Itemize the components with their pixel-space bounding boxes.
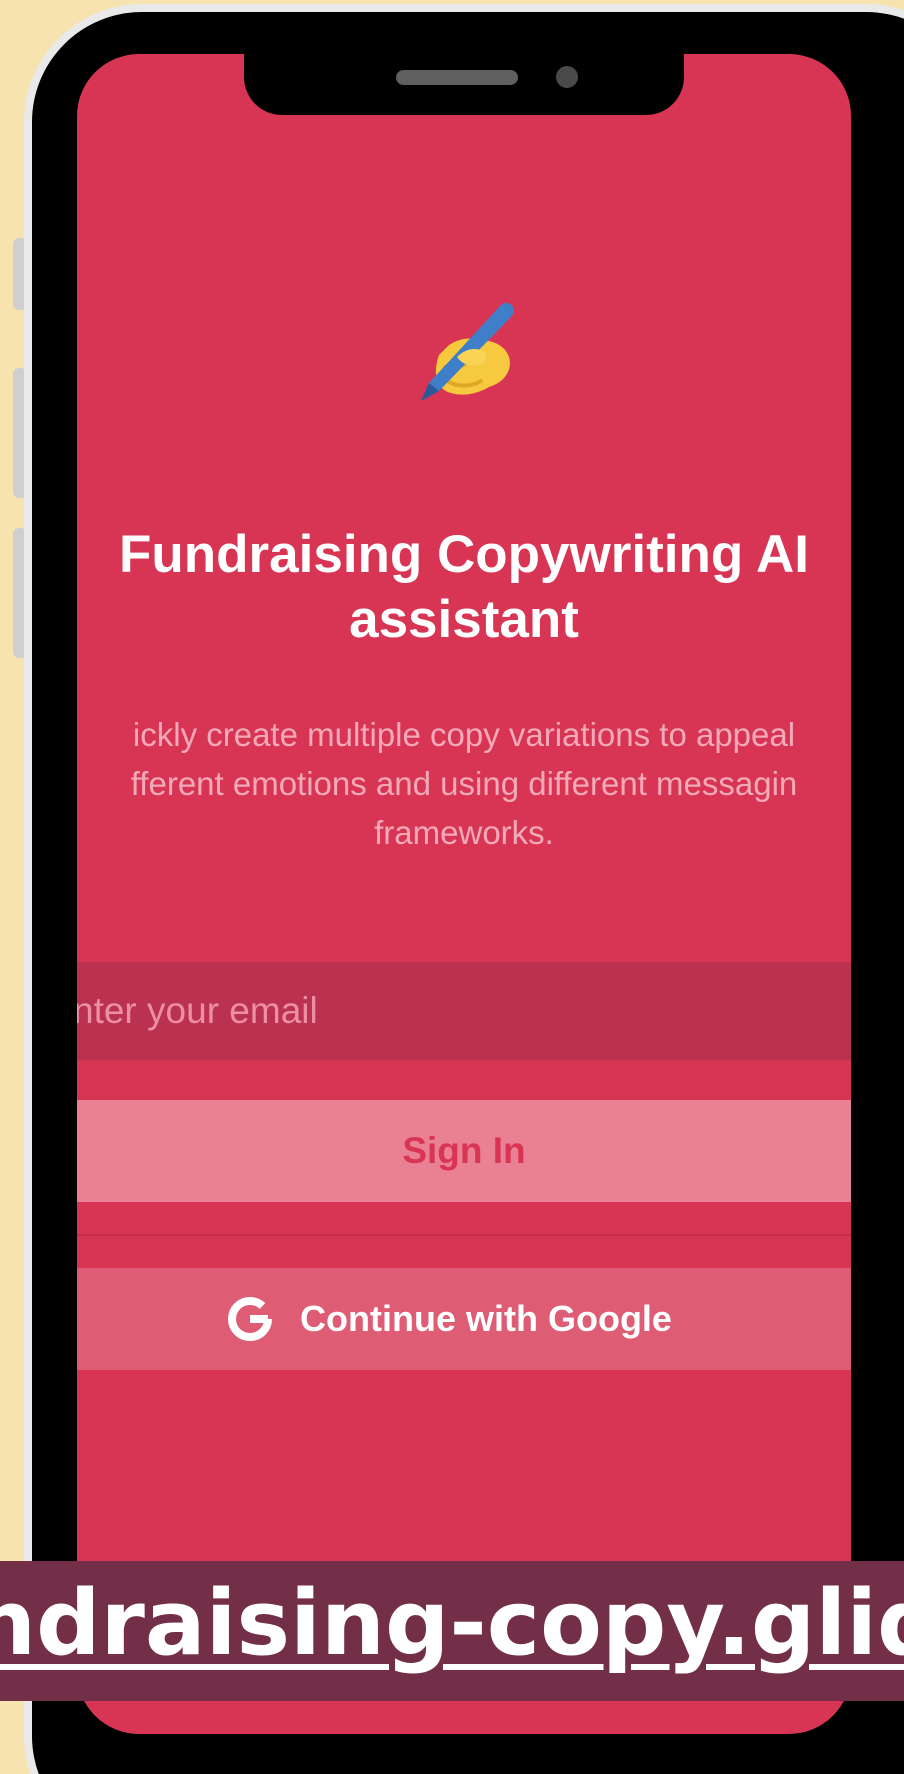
- email-input[interactable]: [77, 962, 851, 1060]
- phone-screen: Fundraising Copywriting AI assistant ick…: [77, 54, 851, 1734]
- writing-hand-icon: [421, 302, 514, 401]
- continue-with-google-button[interactable]: Continue with Google: [77, 1268, 851, 1370]
- url-banner: ndraising-copy.glide.pa: [0, 1561, 904, 1701]
- page-title: Fundraising Copywriting AI assistant: [77, 522, 851, 652]
- email-field-container: [77, 962, 851, 1060]
- divider: [77, 1234, 851, 1236]
- description-line-3: frameworks.: [374, 814, 554, 851]
- front-camera: [556, 66, 578, 88]
- description-line-1: ickly create multiple copy variations to…: [132, 716, 796, 753]
- app-url-link[interactable]: ndraising-copy.glide.pa: [0, 1569, 904, 1679]
- google-button-label: Continue with Google: [300, 1298, 672, 1339]
- app-description: ickly create multiple copy variations to…: [77, 710, 851, 857]
- promo-stage: Fundraising Copywriting AI assistant ick…: [0, 0, 904, 1774]
- sign-in-button[interactable]: Sign In: [77, 1100, 851, 1202]
- google-g-icon: [227, 1296, 272, 1342]
- phone-notch: [244, 54, 684, 115]
- sign-in-label: Sign In: [402, 1130, 526, 1171]
- speaker-grille: [396, 70, 518, 85]
- google-button-content: Continue with Google: [224, 1268, 672, 1370]
- page-title-text: Fundraising Copywriting AI assistant: [119, 525, 809, 649]
- description-line-2: fferent emotions and using different mes…: [130, 765, 798, 802]
